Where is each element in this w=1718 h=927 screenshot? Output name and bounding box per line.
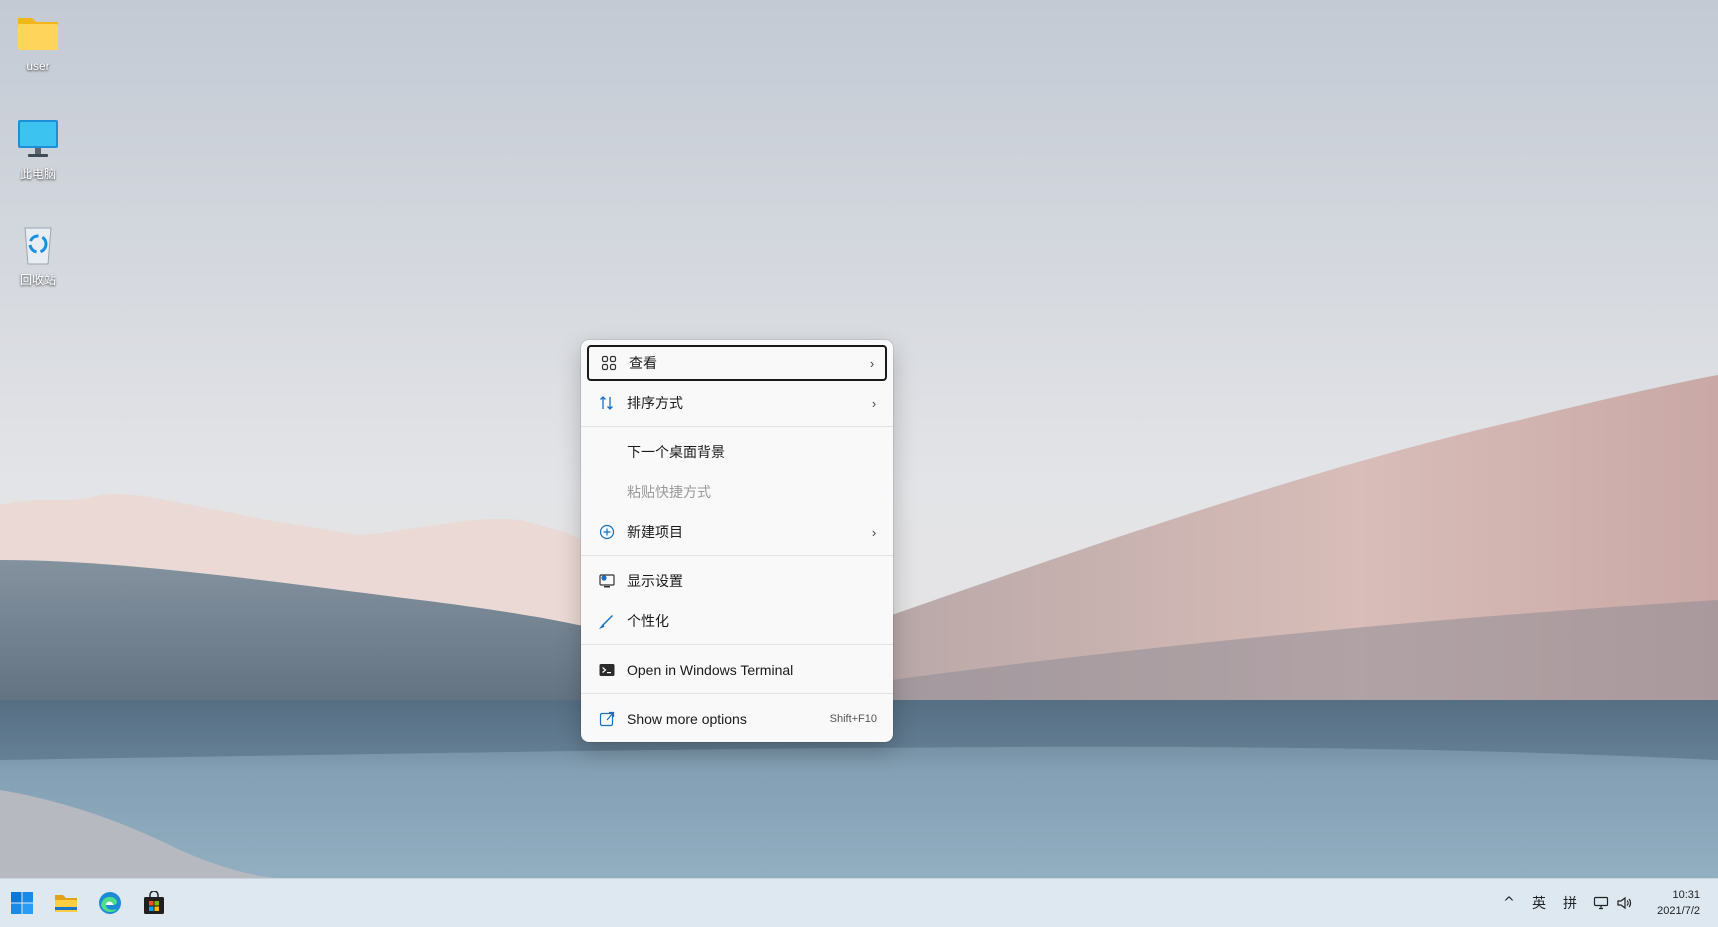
menu-item-new[interactable]: 新建项目 › [587,514,887,550]
taskbar-file-explorer[interactable] [50,887,82,919]
display-settings-icon [587,563,627,599]
menu-item-shortcut: Shift+F10 [829,713,877,725]
menu-item-label: Show more options [627,711,747,727]
menu-item-label: 显示设置 [627,573,683,589]
desktop-icon-label: user [26,59,50,73]
desktop-context-menu: 查看 › 排序方式 › 下一个桌面背景 粘贴快捷方式 新建项目 › 显示设置 个… [581,340,893,742]
start-icon [11,892,33,914]
computer-icon [14,114,62,162]
chevron-right-icon: › [871,395,877,411]
new-item-plus-icon [587,514,627,550]
sort-icon [587,385,627,421]
file-explorer-icon [55,895,77,912]
menu-item-next-background[interactable]: 下一个桌面背景 [587,434,887,470]
menu-item-sort-by[interactable]: 排序方式 › [587,385,887,421]
view-grid-icon [589,345,629,381]
start-button[interactable] [6,887,38,919]
menu-item-view[interactable]: 查看 › [587,345,887,381]
recycle-bin-icon [14,220,62,268]
menu-item-label: Open in Windows Terminal [627,662,794,678]
menu-item-label: 新建项目 [627,524,683,540]
menu-separator [581,644,893,645]
menu-item-label: 排序方式 [627,395,683,411]
taskbar-clock[interactable]: 10:31 2021/7/2 [1657,887,1700,919]
network-icon [1593,896,1609,910]
desktop-icon-label: 此电脑 [19,167,56,181]
chevron-up-icon: ^ [1503,895,1515,911]
brush-icon [587,603,627,639]
taskbar-edge[interactable] [94,887,126,919]
menu-item-label: 个性化 [627,613,669,629]
clock-date: 2021/7/2 [1657,905,1700,917]
desktop-icon-this-pc[interactable]: 此电脑 [8,114,68,182]
tray-volume[interactable] [1613,879,1635,927]
taskbar-store[interactable] [138,887,170,919]
desktop-icon-recycle-bin[interactable]: 回收站 [8,220,68,288]
menu-separator [581,555,893,556]
menu-item-personalize[interactable]: 个性化 [587,603,887,639]
taskbar: ^ 英 拼 10:31 2021/7/2 [0,878,1718,927]
menu-separator [581,693,893,694]
folder-icon [14,8,62,56]
store-icon [144,891,164,914]
menu-item-display-settings[interactable]: 显示设置 [587,563,887,599]
menu-item-label: 粘贴快捷方式 [627,484,711,500]
menu-item-paste-shortcut: 粘贴快捷方式 [587,474,887,510]
desktop-icon-label: 回收站 [19,273,56,287]
edge-icon [99,892,121,914]
desktop-icon-user-folder[interactable]: user [8,8,68,73]
more-options-icon [587,701,627,737]
tray-network[interactable] [1590,879,1612,927]
chevron-right-icon: › [871,524,877,540]
menu-item-show-more-options[interactable]: Show more options Shift+F10 [587,701,887,737]
menu-item-label: 查看 [629,355,657,371]
tray-ime-mode[interactable]: 拼 [1559,879,1581,927]
tray-overflow-chevron[interactable]: ^ [1498,879,1520,927]
tray-language-indicator[interactable]: 英 [1528,879,1550,927]
menu-item-open-terminal[interactable]: Open in Windows Terminal [587,652,887,688]
volume-icon [1617,896,1632,910]
menu-separator [581,426,893,427]
chevron-right-icon: › [869,355,875,371]
clock-time: 10:31 [1672,889,1700,901]
menu-item-label: 下一个桌面背景 [627,444,725,460]
terminal-icon [587,652,627,688]
